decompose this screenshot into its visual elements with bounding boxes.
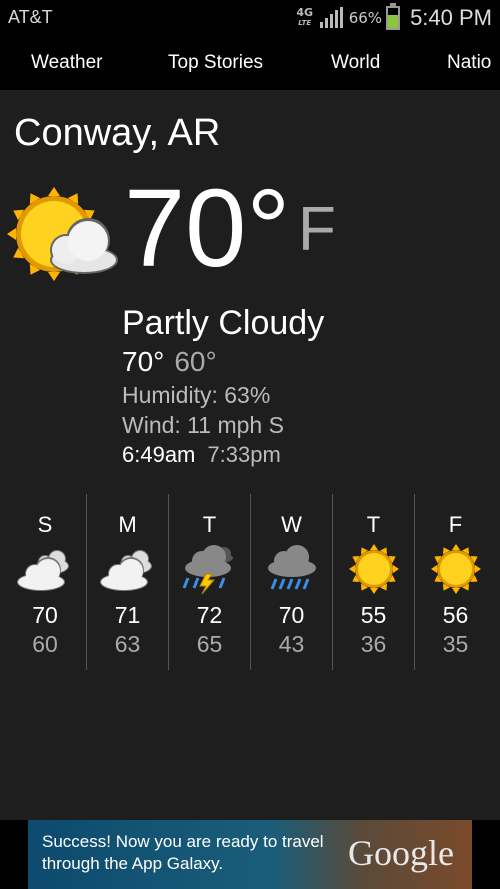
forecast-day[interactable]: T 72 65	[168, 494, 250, 670]
sunny-icon	[431, 544, 481, 594]
forecast-day[interactable]: F 56 35	[414, 494, 496, 670]
cloudy-icon	[100, 550, 152, 591]
current-temperature: 70°	[124, 167, 291, 290]
city-name: Conway, AR	[14, 112, 221, 154]
carrier-name: AT&T	[8, 7, 53, 27]
status-clock: 5:40 PM	[410, 5, 492, 30]
forecast-day-name: M	[118, 512, 137, 537]
sun-times: 6:49am 7:33pm	[122, 442, 281, 468]
forecast-row: S 70 60 M 71 63 T 72 65 W 70 43 T 55 36 …	[4, 494, 496, 670]
forecast-high: 72	[196, 602, 223, 628]
ad-bar: Success! Now you are ready to travel thr…	[0, 820, 500, 889]
section-tabs: Weather Top Stories World Natio	[0, 36, 500, 90]
network-subtype: LTE	[298, 19, 312, 27]
forecast-day-name: W	[281, 512, 302, 537]
tab-nation[interactable]: Natio	[447, 52, 491, 74]
battery-icon	[386, 3, 401, 30]
forecast-day-name: F	[448, 512, 463, 537]
sunset-time: 7:33pm	[207, 442, 281, 467]
temperature-unit: F	[298, 195, 336, 264]
forecast-low: 60	[32, 631, 58, 657]
humidity-text: Humidity: 63%	[122, 382, 271, 408]
high-low: 70° 60°	[122, 346, 217, 378]
forecast-high: 56	[442, 602, 469, 628]
forecast-low: 36	[360, 631, 387, 657]
partly-cloudy-icon	[7, 187, 118, 281]
rain-icon	[268, 545, 316, 590]
forecast-low: 63	[114, 631, 141, 657]
forecast-day-name: S	[37, 512, 53, 537]
thunderstorm-icon	[182, 545, 233, 594]
forecast-low: 65	[196, 631, 223, 657]
forecast-day-name: T	[202, 512, 217, 537]
forecast-day-name: T	[366, 512, 381, 537]
forecast-day[interactable]: T 55 36	[332, 494, 414, 670]
sunrise-time: 6:49am	[122, 442, 196, 467]
status-bar: AT&T 4G LTE 66% 5:40 PM	[0, 0, 500, 36]
ad-banner[interactable]: Success! Now you are ready to travel thr…	[28, 820, 472, 889]
signal-icon	[319, 7, 343, 28]
tab-world[interactable]: World	[331, 52, 380, 74]
wind-text: Wind: 11 mph S	[122, 412, 284, 438]
tab-weather[interactable]: Weather	[31, 52, 102, 74]
forecast-low: 43	[278, 631, 305, 657]
ad-text: Success! Now you are ready to travel thr…	[42, 832, 324, 873]
battery-percent: 66%	[348, 9, 383, 27]
forecast-high: 70	[32, 602, 58, 628]
tab-top-stories[interactable]: Top Stories	[168, 52, 263, 74]
forecast-high: 71	[114, 602, 141, 628]
forecast-day[interactable]: S 70 60	[4, 494, 86, 670]
condition-text: Partly Cloudy	[122, 304, 325, 342]
network-4g-lte-icon: 4G LTE	[294, 7, 316, 28]
google-logo: Google	[348, 833, 454, 873]
high-temp: 70°	[122, 346, 165, 377]
cloudy-icon	[17, 550, 69, 591]
forecast-high: 70	[278, 602, 305, 628]
weather-panel: Conway, AR 70° F Partly Cloudy 70° 60° H…	[0, 90, 500, 820]
forecast-day[interactable]: M 71 63	[86, 494, 168, 670]
low-temp: 60°	[174, 346, 217, 377]
sunny-icon	[349, 544, 399, 594]
forecast-low: 35	[442, 631, 469, 657]
forecast-day[interactable]: W 70 43	[250, 494, 332, 670]
forecast-high: 55	[360, 602, 387, 628]
status-icons: 4G LTE 66% 5:40 PM	[294, 3, 492, 32]
